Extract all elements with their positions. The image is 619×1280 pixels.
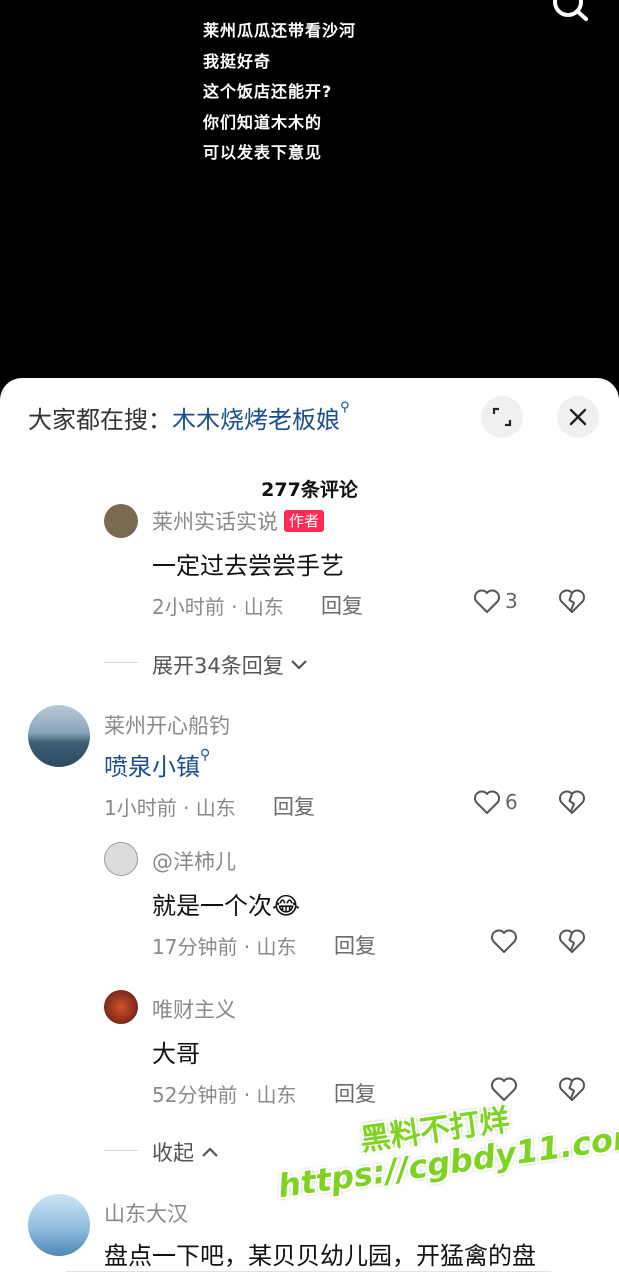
hot-search-bar[interactable]: 大家都在搜：木木烧烤老板娘⚲ <box>28 400 350 435</box>
comment-text-body: 就是一个次 <box>152 892 272 920</box>
reply-button[interactable]: 回复 <box>273 791 315 821</box>
search-small-icon: ⚲ <box>200 747 211 763</box>
broken-heart-icon <box>559 1077 585 1101</box>
heart-icon <box>474 790 500 814</box>
video-area[interactable]: 莱州瓜瓜还带看沙河 我挺好奇 这个饭店还能开? 你们知道木木的 可以发表下意见 <box>0 0 619 400</box>
comment-sheet: 大家都在搜：木木烧烤老板娘⚲ 277条评论 莱州实话实说 作者 一定过去尝尝手艺 … <box>0 378 619 1280</box>
like-button[interactable]: 3 <box>473 588 518 614</box>
broken-heart-icon <box>559 589 585 613</box>
expand-button[interactable] <box>481 396 523 438</box>
heart-icon <box>491 1077 517 1101</box>
collapse-label: 收起 <box>152 1141 194 1165</box>
close-button[interactable] <box>557 396 599 438</box>
comment-meta: 1小时前 · 山东 <box>104 796 236 820</box>
expand-replies-button[interactable]: 展开34条回复 <box>152 650 308 680</box>
comment-text: 大哥 <box>152 1040 200 1068</box>
chevron-up-icon <box>201 1147 218 1157</box>
reply-button[interactable]: 回复 <box>334 1078 376 1108</box>
chevron-down-icon <box>291 660 308 670</box>
comment-count: 277条评论 <box>261 479 358 501</box>
comment-text: 就是一个次😂 <box>152 886 300 921</box>
comment-keyword: 喷泉小镇 <box>104 753 200 781</box>
caption-line: 莱州瓜瓜还带看沙河 <box>203 21 357 40</box>
like-button[interactable]: 6 <box>473 789 518 815</box>
video-caption: 莱州瓜瓜还带看沙河 我挺好奇 这个饭店还能开? 你们知道木木的 可以发表下意见 <box>203 16 356 169</box>
heart-icon <box>474 589 500 613</box>
hot-search-prefix: 大家都在搜： <box>28 406 172 434</box>
avatar[interactable] <box>104 990 138 1024</box>
laughing-emoji-icon: 😂 <box>272 892 301 920</box>
like-count: 3 <box>505 589 518 613</box>
dislike-button[interactable] <box>558 1076 586 1106</box>
broken-heart-icon <box>559 929 585 953</box>
comment-author[interactable]: @洋柿儿 <box>152 846 236 876</box>
comment-text[interactable]: 喷泉小镇⚲ <box>104 747 210 782</box>
comment-text: 盘点一下吧，某贝贝幼儿园，开猛禽的盘 <box>104 1242 536 1270</box>
divider <box>104 662 138 663</box>
collapse-button[interactable]: 收起 <box>152 1137 219 1167</box>
dislike-button[interactable] <box>558 928 586 958</box>
comment-meta: 2小时前 · 山东 <box>152 595 284 619</box>
dislike-button[interactable] <box>558 588 586 618</box>
caption-line: 你们知道木木的 <box>203 112 323 132</box>
caption-line: 这个饭店还能开? <box>203 82 333 101</box>
heart-icon <box>491 929 517 953</box>
hot-search-keyword[interactable]: 木木烧烤老板娘 <box>172 406 340 434</box>
avatar[interactable] <box>104 842 138 876</box>
comment-author-name: 莱州实话实说 <box>152 510 278 534</box>
expand-icon <box>492 407 512 427</box>
search-icon[interactable] <box>550 0 590 28</box>
caption-line: 可以发表下意见 <box>203 143 323 162</box>
expand-replies-label: 展开34条回复 <box>152 654 284 678</box>
comment-author[interactable]: 莱州开心船钓 <box>104 710 230 740</box>
reply-button[interactable]: 回复 <box>334 930 376 960</box>
avatar[interactable] <box>28 705 90 767</box>
comment-meta: 17分钟前 · 山东 <box>152 935 297 959</box>
comment-text: 一定过去尝尝手艺 <box>152 552 344 580</box>
close-icon <box>569 408 587 426</box>
comment-author[interactable]: 莱州实话实说 作者 <box>152 506 325 536</box>
divider <box>104 1150 138 1151</box>
like-button[interactable] <box>490 928 518 954</box>
search-small-icon: ⚲ <box>340 400 350 415</box>
caption-line: 我挺好奇 <box>203 51 272 71</box>
like-button[interactable] <box>490 1076 518 1102</box>
author-badge: 作者 <box>284 510 325 532</box>
broken-heart-icon <box>559 790 585 814</box>
avatar[interactable] <box>104 504 138 538</box>
like-count: 6 <box>505 790 518 814</box>
reply-button[interactable]: 回复 <box>321 590 363 620</box>
comment-author[interactable]: 唯财主义 <box>152 994 236 1024</box>
comment-meta: 52分钟前 · 山东 <box>152 1083 297 1107</box>
comment-author[interactable]: 山东大汉 <box>104 1198 188 1228</box>
input-bar-edge <box>66 1271 551 1280</box>
dislike-button[interactable] <box>558 789 586 819</box>
avatar[interactable] <box>28 1194 90 1256</box>
